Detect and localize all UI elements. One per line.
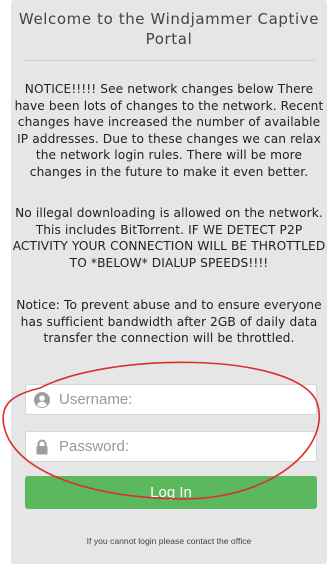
login-help-text: If you cannot login please contact the o… <box>86 536 252 546</box>
username-input[interactable] <box>59 385 309 414</box>
portal-card: Welcome to the Windjammer Captive Portal… <box>11 0 327 564</box>
lock-icon <box>36 439 48 455</box>
user-icon <box>34 392 50 408</box>
password-input[interactable] <box>59 432 309 461</box>
password-field[interactable] <box>25 431 317 462</box>
username-field[interactable] <box>25 384 317 415</box>
p2p-warning-notice: No illegal downloading is allowed on the… <box>12 206 326 270</box>
portal-title: Welcome to the Windjammer Captive Portal <box>18 10 320 48</box>
network-changes-notice: NOTICE!!!!! See network changes below Th… <box>14 82 324 179</box>
bandwidth-notice: Notice: To prevent abuse and to ensure e… <box>16 298 322 345</box>
title-divider <box>23 60 315 61</box>
login-button[interactable]: Log In <box>25 476 317 509</box>
